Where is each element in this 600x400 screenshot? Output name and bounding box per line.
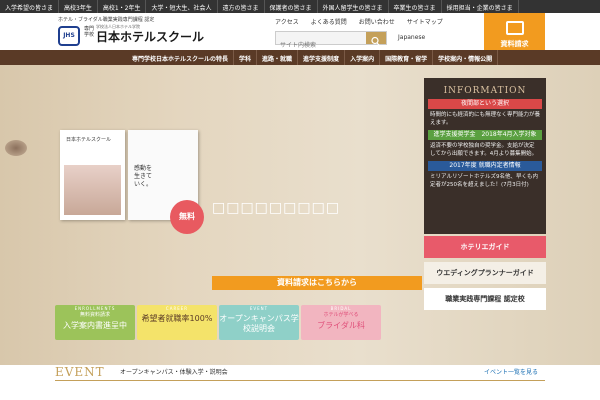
nav-contact[interactable]: お問い合わせ	[359, 17, 395, 26]
nav-faq[interactable]: よくある質問	[311, 17, 347, 26]
feature-card[interactable]: BRIDAL ホテルが学べる ブライダル科	[301, 305, 381, 340]
information-panel: INFORMATION 夜間部という選択時間的にも経済的にも無理なく専門能力が養…	[424, 78, 546, 234]
audience-link[interactable]: 高校3年生	[59, 0, 98, 13]
brochure-title: 日本ホテルスクール	[66, 137, 112, 143]
info-item-text: 時間的にも経済的にも無理なく専門能力が養えます。	[430, 112, 541, 126]
logo-icon[interactable]: JHS	[58, 26, 80, 46]
audience-link[interactable]: 卒業生の皆さま	[389, 0, 442, 13]
main-nav: 専門学校日本ホテルスクールの特長 学科 進路・就職 進学支援制度 入学案内 国際教育・留学…	[0, 50, 600, 65]
info-item-title[interactable]: 夜間部という選択	[428, 99, 542, 109]
tagline: ホテル・ブライダル職業実践専門課程 認定	[58, 17, 155, 23]
logo-small-text: 専門学校	[84, 26, 95, 38]
main-nav-item[interactable]: 学校案内・情報公開	[433, 50, 499, 65]
card-label: 入学案内書進呈中	[63, 321, 127, 330]
card-top-text: 無料資料請求	[79, 312, 110, 318]
divider	[55, 380, 545, 381]
main-nav-item[interactable]: 専門学校日本ホテルスクールの特長	[127, 50, 235, 65]
info-item-text: ミリアルリゾートホテルズ9名他、早くも内定者が250名を超えました！(7月3日付…	[430, 174, 538, 188]
feature-card[interactable]: ENROLLMENTS 無料資料請求 入学案内書進呈中	[55, 305, 135, 340]
card-label: 希望者就職率100%	[141, 314, 213, 323]
hero-title: □□□□□□□□□	[212, 200, 341, 216]
request-label: 資料請求	[500, 40, 529, 48]
audience-link[interactable]: 入学希望の皆さま	[0, 0, 60, 13]
main-nav-item[interactable]: 入学案内	[345, 50, 381, 65]
nav-access[interactable]: アクセス	[275, 17, 299, 26]
hero-decoration	[5, 140, 27, 156]
audience-link[interactable]: 高校1・2年生	[98, 0, 147, 13]
main-nav-item[interactable]: 進路・就職	[257, 50, 299, 65]
event-section: EVENT オープンキャンパス・体験入学・説明会 イベント一覧を見る	[0, 365, 600, 400]
card-label: オープンキャンパス学校説明会	[219, 314, 299, 333]
brochure-image[interactable]: 日本ホテルスクール	[60, 130, 125, 220]
event-title: EVENT	[55, 365, 105, 379]
logo-text[interactable]: 日本ホテルスクール	[96, 28, 204, 45]
information-heading: INFORMATION	[443, 86, 527, 96]
audience-link[interactable]: 外国人留学生の皆さま	[318, 0, 389, 13]
audience-link[interactable]: 遠方の皆さま	[218, 0, 265, 13]
feature-card[interactable]: EVENT オープンキャンパス学校説明会	[219, 305, 299, 340]
audience-link[interactable]: 保護者の皆さま	[265, 0, 318, 13]
audience-link[interactable]: 大学・短大生、社会人	[146, 0, 218, 13]
search-button[interactable]	[366, 32, 386, 46]
card-label: ブライダル科	[317, 321, 365, 330]
search-icon	[371, 36, 380, 46]
main-nav-item[interactable]: 進学支援制度	[298, 50, 346, 65]
side-banner[interactable]: ホテリエガイド	[424, 236, 546, 258]
free-badge: 無料	[170, 200, 204, 234]
header-nav: アクセス よくある質問 お問い合わせ サイトマップ	[275, 17, 443, 26]
book-icon	[505, 21, 524, 35]
info-item-text: 返済不要の学校独自の奨学金。支給が決定してから出願できます。4月より募集開始。	[430, 143, 538, 157]
audience-nav: 入学希望の皆さま 高校3年生 高校1・2年生 大学・短大生、社会人 遠方の皆さま 保護者の…	[0, 0, 600, 13]
nav-sitemap[interactable]: サイトマップ	[407, 17, 443, 26]
main-nav-item[interactable]: 国際教育・留学	[380, 50, 434, 65]
request-link-button[interactable]: 資料請求はこちらから	[212, 276, 422, 290]
event-list-link[interactable]: イベント一覧を見る	[484, 367, 538, 376]
language-link[interactable]: Japanese	[398, 34, 425, 41]
info-item-title[interactable]: 2017年度 就職内定者情報	[428, 161, 542, 171]
information-items: 夜間部という選択時間的にも経済的にも無理なく専門能力が養えます。進学支援奨学金 …	[424, 99, 546, 189]
event-subtitle: オープンキャンパス・体験入学・説明会	[120, 369, 228, 376]
brochure-title-2: 感動を生きていく。	[134, 165, 153, 188]
info-item-title[interactable]: 進学支援奨学金 2018年4月入学対象	[428, 130, 542, 140]
audience-link[interactable]: 採用担当・企業の皆さま	[442, 0, 519, 13]
main-nav-item[interactable]: 学科	[234, 50, 258, 65]
card-top-text: ホテルが学べる	[323, 312, 359, 318]
brochure-photo	[64, 165, 121, 215]
feature-card[interactable]: CAREER 希望者就職率100%	[137, 305, 217, 340]
side-banner[interactable]: ウエディングプランナーガイド	[424, 262, 546, 284]
search-box	[275, 31, 387, 52]
side-banner[interactable]: 職業実践専門課程 認定校	[424, 288, 546, 310]
